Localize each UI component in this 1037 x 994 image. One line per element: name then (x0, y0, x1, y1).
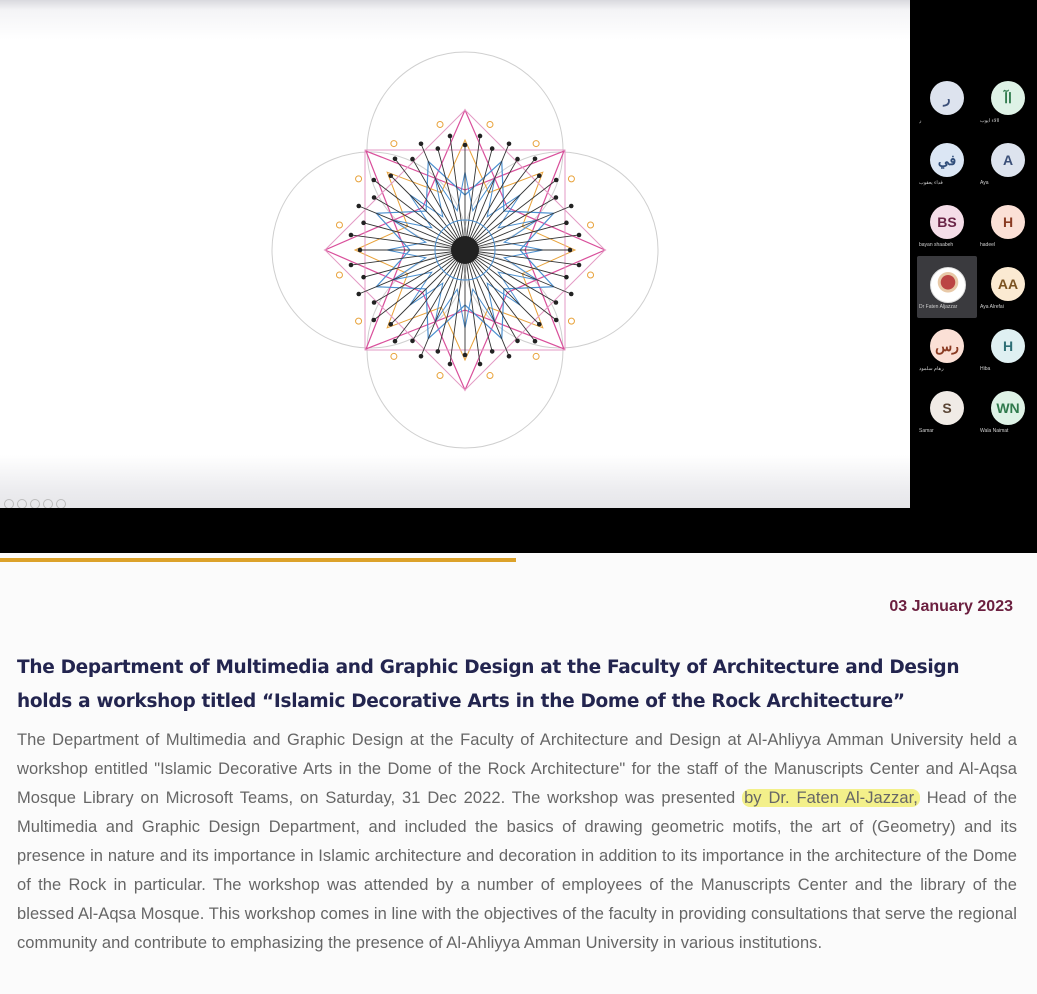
participant-tile[interactable]: WN Wala Naimat (978, 380, 1037, 442)
accent-divider (0, 558, 516, 562)
participant-name: bayan shaabeh (919, 242, 954, 248)
participant-avatar: A (991, 143, 1025, 177)
participant-avatar: ر (930, 81, 964, 115)
participant-tile[interactable]: رس رهام سلمود (917, 318, 977, 380)
participant-name: اآلاء ايوب (980, 118, 1000, 124)
participant-name: Aya (980, 180, 989, 186)
participant-avatar: S (930, 391, 964, 425)
participant-tile[interactable]: A Aya (978, 132, 1037, 194)
article-title: The Department of Multimedia and Graphic… (17, 657, 960, 712)
edit-icon[interactable] (17, 499, 27, 508)
participant-name: ر (919, 118, 922, 124)
shared-slide (0, 0, 910, 508)
participants-panel: ر ر اآ اآلاء ايوب في فداء يعقوب A Aya BS bayan sh… (910, 0, 1037, 553)
participant-avatar: اآ (991, 81, 1025, 115)
participant-avatar: AA (991, 267, 1025, 301)
participant-tile[interactable]: اآ اآلاء ايوب (978, 70, 1037, 132)
slide-toolbar (4, 494, 74, 508)
participant-tile[interactable]: Hhadeel (978, 194, 1037, 256)
article-body: The Department of Multimedia and Graphic… (17, 726, 1017, 958)
participant-avatar (930, 267, 966, 303)
zoom-in-icon[interactable] (4, 499, 14, 508)
participant-name: Dr Faten Aljazzar (919, 304, 958, 310)
meeting-screenshot: ر ر اآ اآلاء ايوب في فداء يعقوب A Aya BS bayan sh… (0, 0, 1037, 553)
participant-avatar: H (991, 205, 1025, 239)
participant-avatar: H (991, 329, 1025, 363)
participant-name: hadeel (980, 242, 996, 248)
participant-name: Samar (919, 428, 934, 434)
participant-tile[interactable]: في فداء يعقوب (917, 132, 977, 194)
participant-name: Hiba (980, 366, 991, 372)
participant-tile[interactable]: BS bayan shaabeh (917, 194, 977, 256)
article-body-text-continued: Head of the Multimedia and Graphic Desig… (17, 789, 1017, 952)
view-icon[interactable] (30, 499, 40, 508)
participant-name: Aya Alrefai (980, 304, 1004, 310)
participant-tile[interactable]: H Hiba (978, 318, 1037, 380)
participant-avatar: BS (930, 205, 964, 239)
participant-tile[interactable]: Dr Faten Aljazzar (917, 256, 977, 318)
article-date: 03 January 2023 (889, 598, 1013, 615)
participant-name: رهام سلمود (919, 366, 944, 372)
participant-tile[interactable]: رر (917, 70, 977, 132)
participant-avatar: رس (930, 329, 964, 363)
minimize-icon[interactable] (56, 499, 66, 508)
participant-name: فداء يعقوب (919, 180, 943, 186)
participant-tile[interactable]: AA Aya Alrefai (978, 256, 1037, 318)
highlighted-presenter: by Dr. Faten Al-Jazzar, (742, 789, 920, 807)
grid-icon[interactable] (43, 499, 53, 508)
participant-name: Wala Naimat (980, 428, 1009, 434)
participant-avatar: WN (991, 391, 1025, 425)
participant-tile[interactable]: S Samar (917, 380, 977, 442)
participant-avatar: في (930, 143, 964, 177)
geometric-motif-drawing (271, 51, 659, 449)
